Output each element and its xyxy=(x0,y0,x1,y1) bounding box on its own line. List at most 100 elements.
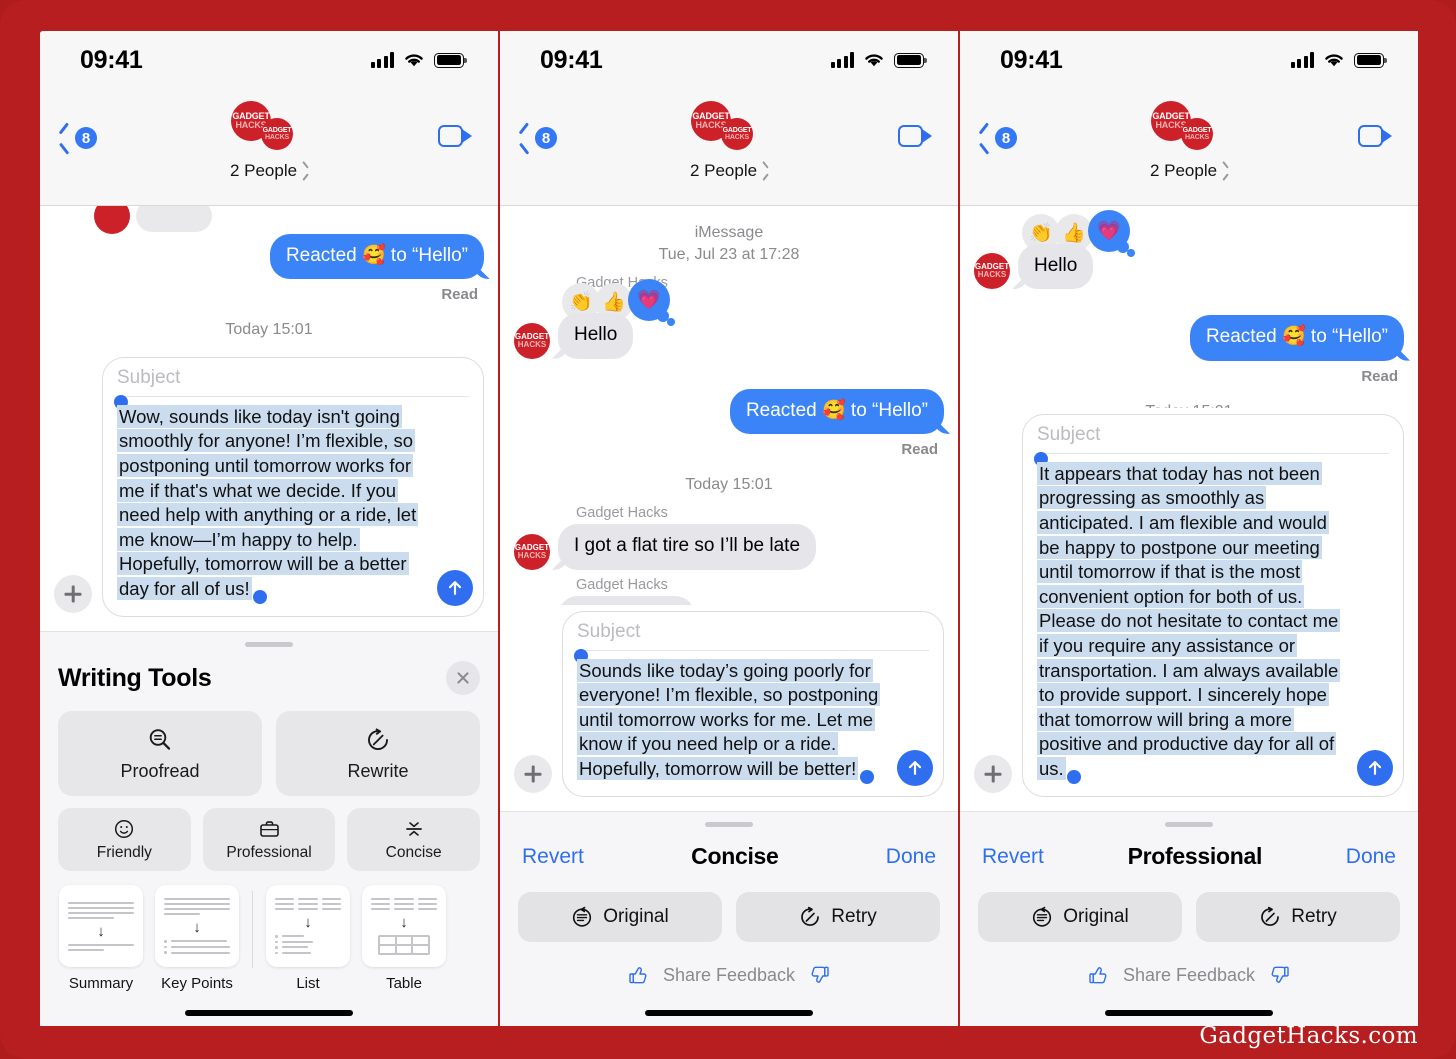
conversation-header[interactable]: GADGET HACKS GADGET HACKS 2 People xyxy=(40,101,498,181)
close-icon[interactable] xyxy=(446,661,480,695)
subject-input[interactable]: Subject xyxy=(577,621,929,651)
summary-button[interactable]: ↓ Summary xyxy=(58,885,144,992)
rewrite-button[interactable]: Rewrite xyxy=(276,711,480,796)
status-time: 09:41 xyxy=(540,45,603,74)
thumbs-down-icon[interactable] xyxy=(809,964,831,986)
status-bar: 09:41 xyxy=(500,31,958,89)
body-input[interactable]: Sounds like today’s going poorly for eve… xyxy=(574,648,929,784)
body-input[interactable]: It appears that today has not been progr… xyxy=(1034,451,1389,784)
participants-label[interactable]: 2 People xyxy=(690,161,768,181)
service-date: Tue, Jul 23 at 17:28 xyxy=(658,245,800,263)
original-button[interactable]: Original xyxy=(518,892,722,942)
message-bubble: I got a flat tire so I’ll be late xyxy=(558,524,817,570)
tapback-heart-icon[interactable]: 💗 xyxy=(628,279,675,327)
tapback-notification-bubble: Reacted 🥰 to “Hello” xyxy=(269,234,484,280)
facetime-button[interactable] xyxy=(438,125,472,147)
conversation-header[interactable]: GADGET HACKS GADGET HACKS 2 People xyxy=(500,101,958,181)
body-text-selected[interactable]: Wow, sounds like today isn't going smoot… xyxy=(117,404,419,600)
send-arrow-up-icon[interactable] xyxy=(437,570,473,606)
message-row[interactable]: Reacted 🥰 to “Hello” xyxy=(514,388,944,434)
retry-button[interactable]: Retry xyxy=(736,892,940,942)
subject-input[interactable]: Subject xyxy=(117,367,469,397)
cellular-bars-icon xyxy=(1290,52,1314,68)
wifi-icon xyxy=(1325,54,1343,67)
concise-label: Concise xyxy=(385,844,442,861)
body-text-selected[interactable]: It appears that today has not been progr… xyxy=(1037,461,1341,780)
rewrite-result-sheet: Revert Concise Done Original Retry Share… xyxy=(500,811,958,1026)
wifi-icon xyxy=(865,54,883,67)
avatar-top-text: GADGET xyxy=(262,127,292,134)
feedback-row: Share Feedback xyxy=(518,964,940,996)
body-text-selected[interactable]: Sounds like today’s going poorly for eve… xyxy=(577,658,881,780)
share-feedback-label[interactable]: Share Feedback xyxy=(663,965,795,986)
original-button[interactable]: Original xyxy=(978,892,1182,942)
share-feedback-label[interactable]: Share Feedback xyxy=(1123,965,1255,986)
message-row[interactable]: Reacted 🥰 to “Hello” xyxy=(54,234,484,280)
send-arrow-up-icon[interactable] xyxy=(1357,750,1393,786)
home-indicator-wrap xyxy=(58,996,480,1026)
concise-button[interactable]: Concise xyxy=(347,808,481,871)
status-time: 09:41 xyxy=(1000,45,1063,74)
selection-handle-end[interactable] xyxy=(253,590,268,604)
tapback-heart-icon[interactable]: 💗 xyxy=(1088,210,1135,257)
thumbs-down-icon[interactable] xyxy=(1269,964,1291,986)
message-row[interactable]: GADGET HACKS 👏 👍 💗 Hello xyxy=(514,279,944,359)
message-with-tapbacks[interactable]: 👏 👍 💗 Hello xyxy=(1018,210,1135,290)
table-label: Table xyxy=(386,975,422,992)
conversation-p1[interactable]: Reacted 🥰 to “Hello” Read Today 15:01 Ga… xyxy=(40,206,498,351)
conversation-header[interactable]: GADGET HACKS GADGET HACKS 2 People xyxy=(960,101,1418,181)
message-composer-p1[interactable]: Subject Wow, sounds like today isn't goi… xyxy=(40,350,498,631)
home-indicator[interactable] xyxy=(645,1010,813,1016)
facetime-button[interactable] xyxy=(898,125,932,147)
result-title: Professional xyxy=(1127,843,1263,869)
plus-icon[interactable] xyxy=(974,755,1012,793)
participants-label[interactable]: 2 People xyxy=(1150,161,1228,181)
message-composer-p2[interactable]: Subject Sounds like today’s going poorly… xyxy=(500,604,958,811)
message-row[interactable]: GADGET HACKS 👏 👍 💗 Hello xyxy=(974,210,1404,290)
message-with-tapbacks[interactable]: 👏 👍 💗 Hello xyxy=(558,279,675,359)
plus-icon[interactable] xyxy=(54,575,92,613)
compose-field[interactable]: Subject Sounds like today’s going poorly… xyxy=(562,610,944,797)
selection-handle-end[interactable] xyxy=(1067,770,1082,784)
done-button[interactable]: Done xyxy=(1346,845,1396,869)
conversation-p3[interactable]: GADGET HACKS 👏 👍 💗 Hello Reacted 🥰 to “He… xyxy=(960,206,1418,408)
avatar: GADGET HACKS xyxy=(974,253,1010,290)
home-indicator[interactable] xyxy=(1105,1010,1273,1016)
subject-input[interactable]: Subject xyxy=(1037,424,1389,454)
home-indicator[interactable] xyxy=(185,1010,353,1016)
group-avatars: GADGET HACKS GADGET HACKS xyxy=(231,101,307,151)
conversation-p2[interactable]: iMessage Tue, Jul 23 at 17:28 Gadget Hac… xyxy=(500,206,958,605)
wifi-icon xyxy=(405,54,423,67)
message-row[interactable]: Bummer. 😔 xyxy=(514,595,944,605)
revert-button[interactable]: Revert xyxy=(982,845,1044,869)
result-actions: Original Retry xyxy=(978,892,1400,942)
primary-tools: Proofread Rewrite xyxy=(58,711,480,796)
compose-field[interactable]: Subject Wow, sounds like today isn't goi… xyxy=(102,356,484,617)
revert-button[interactable]: Revert xyxy=(522,845,584,869)
list-button[interactable]: ↓ List xyxy=(265,885,351,992)
plus-icon[interactable] xyxy=(514,755,552,793)
key-points-button[interactable]: ↓ Key Points xyxy=(154,885,240,992)
friendly-button[interactable]: Friendly xyxy=(58,808,191,871)
thumbs-up-icon[interactable] xyxy=(1087,964,1109,986)
conversation-timestamp: Today 15:01 xyxy=(974,401,1404,408)
send-arrow-up-icon[interactable] xyxy=(897,750,933,786)
retry-button[interactable]: Retry xyxy=(1196,892,1400,942)
done-button[interactable]: Done xyxy=(886,845,936,869)
thumbs-up-icon[interactable] xyxy=(627,964,649,986)
message-row[interactable]: GADGET HACKS I got a flat tire so I’ll be… xyxy=(514,524,944,570)
format-tools: ↓ Summary ↓ Key Points ↓ List ↓ Table xyxy=(58,885,480,996)
table-button[interactable]: ↓ Table xyxy=(361,885,447,992)
message-bubble-clipped xyxy=(136,206,212,232)
briefcase-icon xyxy=(259,821,279,837)
selection-handle-end[interactable] xyxy=(859,770,874,784)
compose-field[interactable]: Subject It appears that today has not be… xyxy=(1022,413,1404,797)
message-row[interactable]: Reacted 🥰 to “Hello” xyxy=(974,315,1404,361)
status-icons xyxy=(370,52,467,68)
professional-button[interactable]: Professional xyxy=(202,808,336,871)
body-input[interactable]: Wow, sounds like today isn't going smoot… xyxy=(114,394,469,604)
message-composer-p3[interactable]: Subject It appears that today has not be… xyxy=(960,407,1418,811)
participants-label[interactable]: 2 People xyxy=(230,161,308,181)
facetime-button[interactable] xyxy=(1358,125,1392,147)
proofread-button[interactable]: Proofread xyxy=(58,711,262,796)
